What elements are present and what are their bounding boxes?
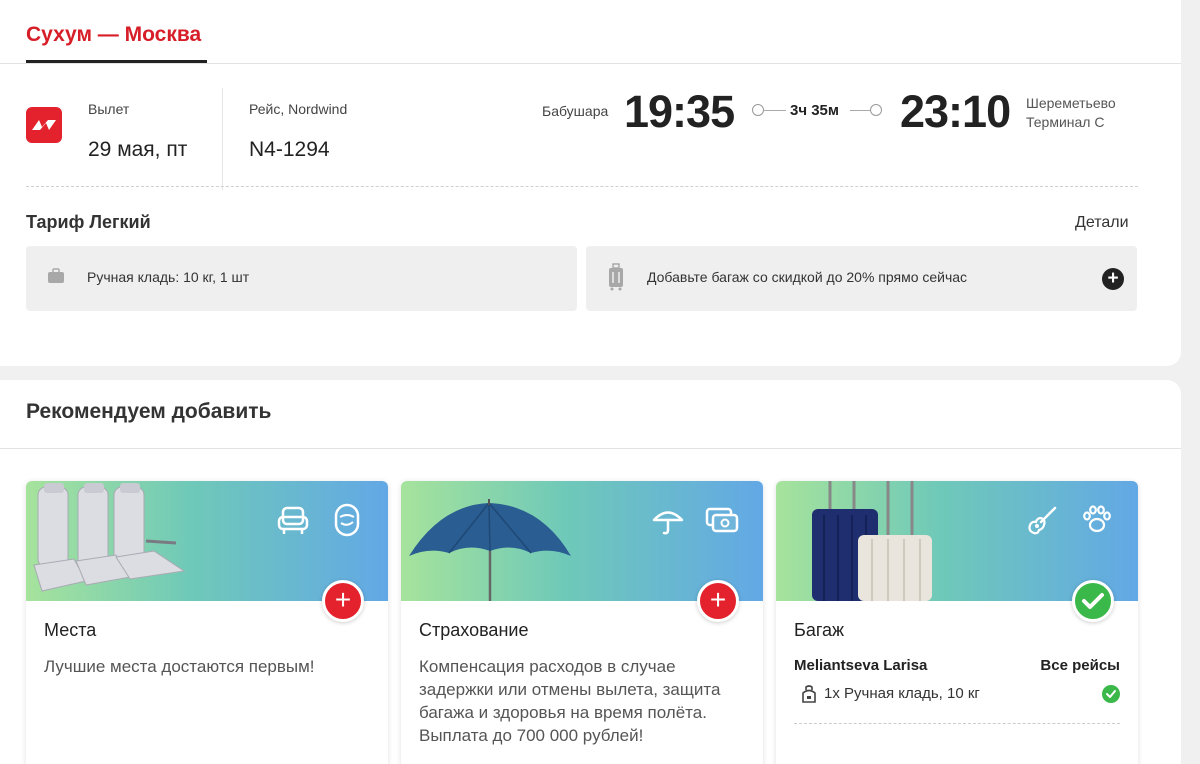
umbrella-icon [652,511,684,535]
route-line [850,110,870,111]
service-card-insurance[interactable]: + Страхование Компенсация расходов в слу… [401,481,763,764]
window-icon [334,503,360,537]
departure-date: 29 мая, пт [88,138,188,161]
route-end-dot [870,104,882,116]
add-seats-button[interactable]: + [322,580,364,622]
guitar-icon [1028,506,1057,535]
departure-time: 19:35 [624,86,735,137]
to-terminal: Терминал C [1026,114,1105,130]
dashed-divider [794,723,1120,724]
add-insurance-button[interactable]: + [697,580,739,622]
details-link[interactable]: Детали [1075,214,1129,232]
flight-label: Рейс, Nordwind [249,101,348,117]
hand-luggage-icon [802,685,816,703]
briefcase-icon [48,268,64,283]
flight-card [0,0,1181,366]
service-card-seats[interactable]: + Места Лучшие места достаются первым! [26,481,388,764]
baggage-scope: Все рейсы [1040,657,1120,674]
dashed-divider [26,186,1138,187]
to-airport: Шереметьево [1026,95,1116,111]
service-title: Багаж [794,620,845,640]
add-baggage-label: Добавьте багаж со скидкой до 20% прямо с… [647,269,968,285]
vertical-divider [222,88,223,190]
add-baggage-box[interactable]: Добавьте багаж со скидкой до 20% прямо с… [586,246,1137,311]
route-line [764,110,786,111]
suitcase-icon [609,263,623,291]
passenger-name: Meliantseva Larisa [794,657,928,674]
baggage-item: 1x Ручная кладь, 10 кг [824,685,980,702]
service-card-baggage[interactable]: Багаж Meliantseva Larisa Все рейсы 1x Ру… [776,481,1138,764]
money-icon [705,507,739,533]
from-airport: Бабушара [542,103,609,119]
service-description: Лучшие места достаются первым! [44,657,315,676]
airline-logo [26,107,62,143]
departure-label: Вылет [88,101,130,117]
hand-luggage-label: Ручная кладь: 10 кг, 1 шт [87,269,250,285]
tariff-title: Тариф Легкий [26,212,151,232]
seat-icon [277,506,309,534]
service-title: Места [44,620,97,640]
service-title: Страхование [419,620,529,640]
add-baggage-plus-icon[interactable]: + [1102,268,1124,290]
service-description: Компенсация расходов в случае задержки и… [419,657,721,745]
flight-duration: 3ч 35м [790,102,839,119]
baggage-item-check-icon [1102,685,1120,703]
arrival-time: 23:10 [900,86,1011,137]
hand-luggage-box: Ручная кладь: 10 кг, 1 шт [26,246,577,311]
divider [0,63,1181,64]
paw-icon [1083,505,1111,533]
flight-number: N4-1294 [249,138,330,161]
recommend-title: Рекомендуем добавить [26,400,272,423]
route-tab[interactable]: Сухум — Москва [26,23,201,47]
divider [0,448,1181,449]
baggage-added-check-icon[interactable] [1072,580,1114,622]
route-start-dot [752,104,764,116]
